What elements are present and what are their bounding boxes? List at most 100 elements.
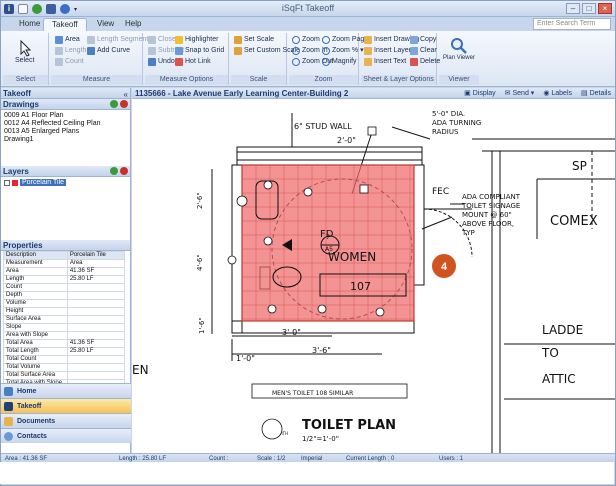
property-value[interactable] xyxy=(66,283,126,292)
insert-text-button[interactable]: Insert Text xyxy=(364,57,406,67)
property-value[interactable]: Area xyxy=(66,259,126,268)
insert-layer-button[interactable]: Insert Layer xyxy=(364,46,411,56)
property-row[interactable]: Total Length 25.80 LF xyxy=(3,347,126,356)
layer-visibility-checkbox[interactable] xyxy=(4,179,10,186)
dim-bottom-2: 1'-0" xyxy=(236,354,255,363)
property-value[interactable] xyxy=(66,299,126,308)
close-button[interactable]: × xyxy=(598,3,612,14)
properties-table: Description Porcelain Tile Measurement Area… xyxy=(3,251,126,396)
property-row[interactable]: Measurement Area xyxy=(3,259,126,268)
labels-button[interactable]: ◉ Labels xyxy=(543,88,572,99)
zoom-button[interactable]: Zoom xyxy=(292,35,320,45)
property-value[interactable] xyxy=(66,323,126,332)
mens-toilet-note: MEN'S TOILET 108 SIMILAR xyxy=(272,390,353,397)
details-button[interactable]: ▤ Details xyxy=(581,88,611,99)
nav-contacts[interactable]: Contacts xyxy=(1,428,131,443)
property-value[interactable] xyxy=(66,291,126,300)
set-scale-button[interactable]: Set Scale xyxy=(234,35,274,45)
clear-button[interactable]: Clear xyxy=(410,46,437,56)
bottom-wall xyxy=(231,320,415,334)
property-value[interactable] xyxy=(66,355,126,364)
count-button[interactable]: Count xyxy=(55,57,84,67)
property-row[interactable]: Total Volume xyxy=(3,363,126,372)
undo-button[interactable]: Undo xyxy=(148,57,175,67)
display-button[interactable]: ▣ Display xyxy=(464,88,496,99)
takeoff-icon xyxy=(4,402,13,411)
magnify-button[interactable]: Magnify xyxy=(322,57,357,67)
property-row[interactable]: Volume xyxy=(3,299,126,308)
remove-layer-icon[interactable] xyxy=(120,167,128,175)
property-value[interactable] xyxy=(66,307,126,316)
property-row[interactable]: Area with Slope xyxy=(3,331,126,340)
display-icon: ▣ xyxy=(464,90,471,97)
property-row[interactable]: Count xyxy=(3,283,126,292)
tab-takeoff[interactable]: Takeoff xyxy=(43,18,87,31)
property-row[interactable]: Area 41.36 SF xyxy=(3,267,126,276)
nav-documents[interactable]: Documents xyxy=(1,413,131,428)
close-measure-button[interactable]: Close xyxy=(148,35,176,45)
zoom-percent-button[interactable]: Zoom % ▾ xyxy=(322,46,364,56)
sheet-layer-group: Insert Drawing Insert Layer Insert Text … xyxy=(361,33,440,85)
copy-button[interactable]: Copy xyxy=(410,35,436,45)
property-name: Area with Slope xyxy=(3,331,68,340)
drawing-item[interactable]: 0009 A1 Floor Plan xyxy=(1,112,130,120)
length-segment-button[interactable]: Length Segment xyxy=(87,35,148,45)
snap-to-grid-label: Snap to Grid xyxy=(185,47,225,54)
count-icon xyxy=(55,58,63,66)
tab-help[interactable]: Help xyxy=(117,18,149,31)
property-value[interactable]: 41.36 SF xyxy=(66,267,126,276)
property-row[interactable]: Total Area 41.36 SF xyxy=(3,339,126,348)
remove-drawing-icon[interactable] xyxy=(120,100,128,108)
nav-takeoff[interactable]: Takeoff xyxy=(1,398,131,413)
property-value[interactable] xyxy=(66,331,126,340)
property-value[interactable] xyxy=(66,371,126,380)
select-group: Select Select xyxy=(3,33,49,85)
select-button[interactable]: Select xyxy=(15,39,34,64)
minimize-button[interactable]: – xyxy=(566,3,580,14)
add-curve-button[interactable]: Add Curve xyxy=(87,46,130,56)
property-value[interactable]: 41.36 SF xyxy=(66,339,126,348)
select-button-label: Select xyxy=(15,57,35,64)
property-row[interactable]: Description Porcelain Tile xyxy=(3,251,126,260)
property-row[interactable]: Total Surface Area xyxy=(3,371,126,380)
drawing-item[interactable]: 0013 A5 Enlarged Plans xyxy=(1,128,130,136)
property-row[interactable]: Total Count xyxy=(3,355,126,364)
property-value[interactable] xyxy=(66,363,126,372)
property-name: Slope xyxy=(3,323,68,332)
property-row[interactable]: Slope xyxy=(3,323,126,332)
length-button[interactable]: Length xyxy=(55,46,86,56)
property-value[interactable]: 25.80 LF xyxy=(66,275,126,284)
nav-documents-label: Documents xyxy=(17,418,56,425)
drawing-item[interactable]: 0012 A4 Reflected Ceiling Plan xyxy=(1,120,130,128)
property-value[interactable]: 25.80 LF xyxy=(66,347,126,356)
en-label: EN xyxy=(132,363,149,377)
layer-item[interactable]: Porcelain Tile xyxy=(1,179,130,186)
property-row[interactable]: Height xyxy=(3,307,126,316)
add-layer-icon[interactable] xyxy=(110,167,118,175)
nav-home[interactable]: Home xyxy=(1,383,131,398)
set-scale-label: Set Scale xyxy=(244,36,274,43)
copy-icon xyxy=(410,36,418,44)
insert-layer-label: Insert Layer xyxy=(374,47,411,54)
drawing-canvas[interactable]: 6" STUD WALL 2'-0" 5'-0" DIA. ADA TURNIN… xyxy=(132,99,615,453)
plan-viewer-button[interactable]: Plan Viewer xyxy=(441,37,477,61)
send-button[interactable]: ✉ Send ▾ xyxy=(505,88,535,99)
drawing-item[interactable]: Drawing1 xyxy=(1,136,130,144)
area-button[interactable]: Area xyxy=(55,35,80,45)
maximize-button[interactable]: □ xyxy=(582,3,596,14)
search-input[interactable]: Enter Search Term xyxy=(533,18,611,30)
hot-link-button[interactable]: Hot Link xyxy=(175,57,211,67)
left-wall xyxy=(231,164,243,334)
delete-button[interactable]: Delete xyxy=(410,57,440,67)
property-value[interactable]: Porcelain Tile xyxy=(66,251,126,260)
property-row[interactable]: Length 25.80 LF xyxy=(3,275,126,284)
property-row[interactable]: Depth xyxy=(3,291,126,300)
add-drawing-icon[interactable] xyxy=(110,100,118,108)
magnifier-icon xyxy=(292,36,300,44)
property-row[interactable]: Surface Area xyxy=(3,315,126,324)
snap-to-grid-button[interactable]: Snap to Grid xyxy=(175,46,224,56)
attic-label: ATTIC xyxy=(542,372,576,386)
dim-top-label: 2'-0" xyxy=(337,136,356,145)
property-value[interactable] xyxy=(66,315,126,324)
highlighter-button[interactable]: Highlighter xyxy=(175,35,218,45)
